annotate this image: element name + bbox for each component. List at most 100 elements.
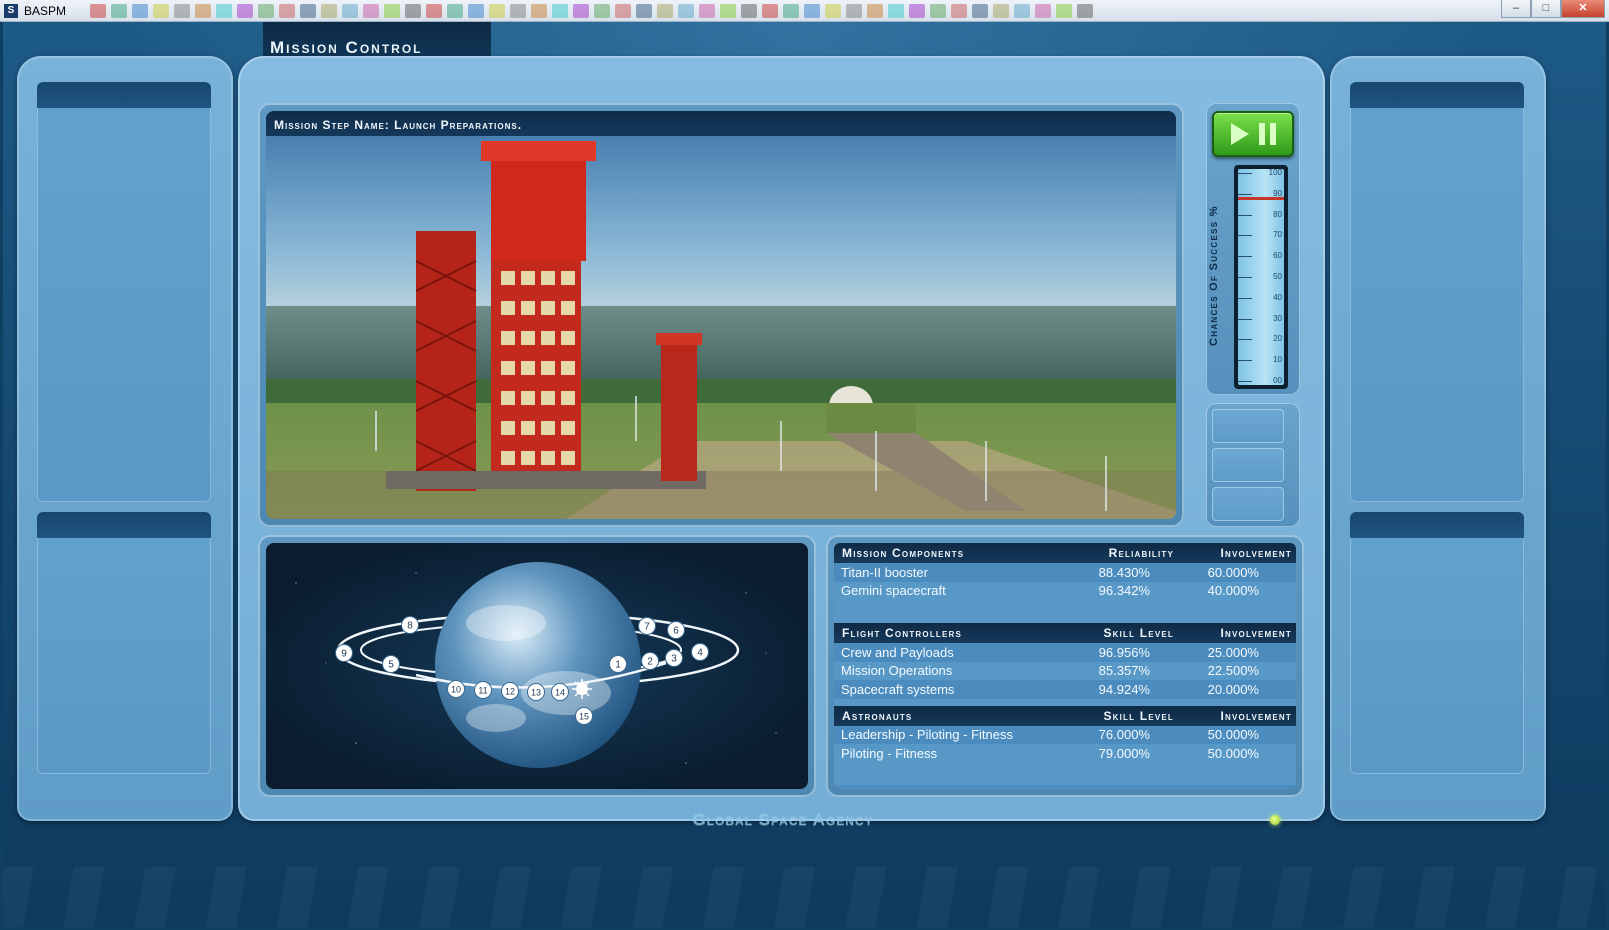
- orbit-step-number: 5: [388, 660, 394, 671]
- orbit-step-marker[interactable]: 6: [667, 621, 685, 639]
- mission-viewer: Mission Step Name: Launch Preparations.: [266, 111, 1176, 519]
- gauge-tick-label: 70: [1273, 230, 1282, 240]
- orbit-step-number: 6: [673, 626, 679, 637]
- orbit-step-number: 14: [555, 688, 565, 698]
- taskbar-app-icon: [363, 3, 380, 18]
- stats-cell: 50.000%: [1207, 727, 1259, 743]
- panel-header-bar: [37, 82, 211, 108]
- taskbar-icons: [90, 3, 1094, 18]
- stats-cell: 60.000%: [1207, 564, 1259, 580]
- orbit-step-marker[interactable]: 4: [691, 643, 709, 661]
- stats-section: Flight Controllers Skill Level Involvement…: [834, 623, 1296, 706]
- orbit-step-number: 12: [505, 687, 515, 697]
- orbit-step-marker[interactable]: 9: [335, 644, 353, 662]
- maximize-button[interactable]: □: [1531, 0, 1561, 18]
- success-gauge: 100 90 80 70 60 50 40 30 20 10 00: [1234, 165, 1288, 389]
- orbit-step-marker[interactable]: 13: [527, 683, 545, 701]
- orbit-step-marker[interactable]: 10: [447, 680, 465, 698]
- gauge-tick-label: 40: [1273, 292, 1282, 302]
- orbit-step-marker[interactable]: 7: [638, 617, 656, 635]
- gauge-tick: [1238, 173, 1252, 174]
- taskbar-app-icon: [972, 3, 989, 18]
- stats-header-cell: Mission Components: [842, 546, 965, 560]
- orbit-step-marker[interactable]: 12: [501, 682, 519, 700]
- orbit-diagram: 1 2 345678910 11 12 13 1415: [295, 562, 777, 768]
- gauge-tick-label: 100: [1268, 169, 1282, 177]
- orbit-step-number: 8: [407, 621, 413, 632]
- orbit-step-number: 15: [579, 712, 589, 722]
- sun-icon: [572, 679, 592, 699]
- right-upper-panel: [1350, 82, 1524, 502]
- stats-cell: 85.357%: [1098, 663, 1150, 679]
- gauge-tick: [1238, 381, 1252, 382]
- orbit-step-marker[interactable]: 15: [575, 707, 593, 725]
- stats-header-cell: Flight Controllers: [842, 626, 963, 640]
- taskbar-app-icon: [174, 3, 191, 18]
- taskbar-app-icon: [1077, 3, 1094, 18]
- taskbar-app-icon: [1056, 3, 1073, 18]
- stats-cell: 96.956%: [1098, 644, 1150, 660]
- control-column: Chances Of Success % 100 90 80 70 60 50 40 30 20…: [1206, 103, 1300, 527]
- taskbar-app-icon: [90, 3, 107, 18]
- taskbar-app-icon: [930, 3, 947, 18]
- stats-section-header: Astronauts Skill Level Involvement: [834, 705, 1296, 726]
- orbit-step-number: 2: [647, 657, 653, 668]
- gauge-tick-label: 60: [1273, 251, 1282, 261]
- taskbar-app-icon: [258, 3, 275, 18]
- stats-row: Gemini spacecraft 96.342% 40.000%: [834, 581, 1296, 600]
- taskbar-app-icon: [678, 3, 695, 18]
- stats-row: Crew and Payloads 96.956% 25.000%: [834, 643, 1296, 662]
- play-icon: [1230, 123, 1249, 145]
- stats-header-cell: Involvement: [1220, 708, 1292, 723]
- taskbar-app-icon: [405, 3, 422, 18]
- success-gauge-tube: 100 90 80 70 60 50 40 30 20 10 00: [1238, 169, 1284, 385]
- stats-cell: 20.000%: [1207, 681, 1259, 697]
- right-side-frame: [1330, 56, 1546, 821]
- minimize-button[interactable]: –: [1501, 0, 1531, 18]
- right-lower-panel: [1350, 512, 1524, 774]
- gauge-tick: [1238, 297, 1252, 299]
- control-slot-1[interactable]: [1212, 409, 1284, 443]
- taskbar-app-icon: [153, 3, 170, 18]
- orbit-step-marker[interactable]: 8: [401, 616, 419, 634]
- gauge-tick: [1238, 214, 1252, 216]
- taskbar-app-icon: [573, 3, 590, 18]
- orbit-panel-bezel: 1 2 3 4 5 6 7 8 9 10 11 12 13 14 15: [258, 535, 816, 797]
- stats-cell: 76.000%: [1098, 727, 1150, 743]
- orbit-step-number: 4: [697, 648, 703, 659]
- taskbar-app-icon: [846, 3, 863, 18]
- taskbar-app-icon: [300, 3, 317, 18]
- taskbar-app-icon: [468, 3, 485, 18]
- stats-cell: 50.000%: [1207, 745, 1259, 761]
- taskbar-app-icon: [804, 3, 821, 18]
- stats-section-spacer: [834, 762, 1296, 785]
- control-slot-2[interactable]: [1212, 448, 1284, 482]
- orbit-step-marker[interactable]: 2: [641, 652, 659, 670]
- stats-row: Leadership - Piloting - Fitness 76.000% 50…: [834, 725, 1296, 744]
- taskbar-app-icon: [279, 3, 296, 18]
- pause-icon: [1258, 123, 1276, 145]
- orbit-step-marker[interactable]: 11: [474, 681, 492, 699]
- control-slot-3[interactable]: [1212, 487, 1284, 521]
- taskbar-app-icon: [720, 3, 737, 18]
- play-pause-button[interactable]: [1212, 111, 1294, 157]
- taskbar-app-icon: [594, 3, 611, 18]
- left-upper-panel: [37, 82, 211, 502]
- orbit-step-marker[interactable]: 1: [609, 655, 627, 673]
- gauge-housing: Chances Of Success % 100 90 80 70 60 50 40 30 20…: [1206, 103, 1300, 395]
- orbit-step-number: 1: [615, 660, 621, 671]
- gauge-tick: [1238, 277, 1252, 278]
- mission-stats-panel: Mission Components Reliability Involvement…: [834, 543, 1296, 789]
- stats-row: Mission Operations 85.357% 22.500%: [834, 661, 1296, 680]
- close-button[interactable]: ✕: [1561, 0, 1605, 18]
- taskbar-app-icon: [993, 3, 1010, 18]
- orbit-step-marker[interactable]: 14: [551, 683, 569, 701]
- taskbar-app-icon: [552, 3, 569, 18]
- stats-cell: 40.000%: [1207, 583, 1259, 599]
- orbit-step-marker[interactable]: 3: [665, 649, 683, 667]
- stats-cell: 96.342%: [1098, 583, 1150, 599]
- orbit-step-marker[interactable]: 5: [382, 655, 400, 673]
- taskbar-app-icon: [762, 3, 779, 18]
- success-gauge-label: Chances Of Success %: [1208, 205, 1220, 347]
- panel-header-bar: [1350, 512, 1524, 538]
